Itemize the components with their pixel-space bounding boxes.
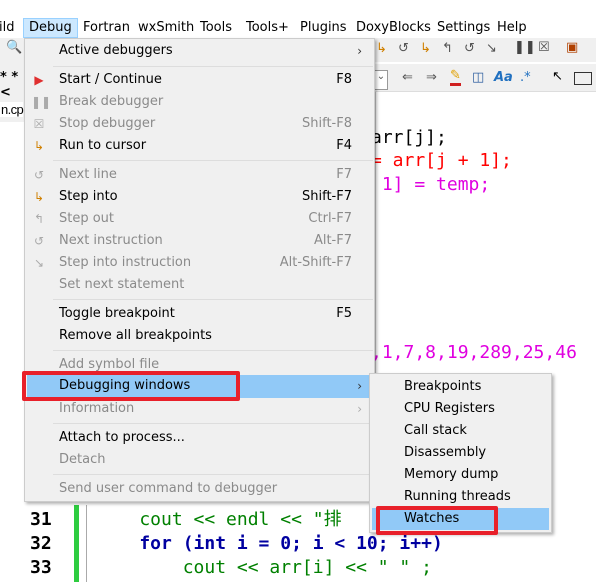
stop-icon: ☒: [33, 117, 45, 131]
menu-item-break-debugger[interactable]: ❚❚ Break debugger: [27, 91, 372, 113]
menu-item-step-into-instruction[interactable]: ↘ Step into instruction Alt-Shift-F7: [27, 252, 372, 274]
step-out-icon[interactable]: ↰: [442, 41, 453, 56]
chevron-right-icon: ›: [357, 379, 362, 393]
submenu-item-running-threads[interactable]: Running threads: [372, 486, 549, 508]
menu-settings[interactable]: Settings: [432, 18, 495, 38]
pointer-icon[interactable]: ↖: [552, 69, 563, 84]
next-instruction-icon[interactable]: ↺: [464, 41, 475, 56]
debug-window-icon[interactable]: ▣: [566, 40, 578, 55]
menu-debug[interactable]: Debug: [23, 18, 78, 38]
play-icon: ▶: [34, 73, 44, 87]
submenu-item-disassembly[interactable]: Disassembly: [372, 442, 549, 464]
step-into-icon: ↳: [33, 190, 45, 204]
submenu-item-breakpoints[interactable]: Breakpoints: [372, 376, 549, 398]
change-bar: [74, 505, 79, 582]
line-number: 32: [30, 533, 52, 554]
menu-wxsmith[interactable]: wxSmith: [133, 18, 199, 38]
submenu-item-memory-dump[interactable]: Memory dump: [372, 464, 549, 486]
chevron-right-icon: ›: [357, 44, 362, 58]
separator: [53, 160, 373, 161]
annotation-box-watches: [376, 506, 498, 535]
menu-item-set-next-statement[interactable]: Set next statement: [27, 274, 372, 296]
menu-item-attach-to-process[interactable]: Attach to process...: [27, 427, 372, 449]
code-line: arr[j];: [371, 127, 447, 148]
regex-icon[interactable]: .*: [520, 70, 531, 85]
selection-icon[interactable]: ◫: [472, 70, 484, 85]
chevron-right-icon: ›: [357, 402, 362, 416]
code-line: for (int i = 0; i < 10; i++): [96, 533, 443, 554]
menu-help[interactable]: Help: [492, 18, 532, 38]
toolbar-fragment: * *<: [0, 70, 19, 100]
menu-doxyblocks[interactable]: DoxyBlocks: [351, 18, 436, 38]
menu-build[interactable]: ild: [0, 18, 19, 38]
file-tab[interactable]: n.cp: [0, 102, 24, 117]
step-into-instruction-icon: ↘: [33, 256, 45, 270]
menu-item-step-into[interactable]: ↳ Step into Shift-F7: [27, 186, 372, 208]
next-line-icon: ↺: [33, 168, 45, 182]
separator: [53, 299, 373, 300]
menu-item-next-line[interactable]: ↺ Next line F7: [27, 164, 372, 186]
menu-item-start-continue[interactable]: ▶ Start / Continue F8: [27, 69, 372, 91]
menu-item-run-to-cursor[interactable]: ↳ Run to cursor F4: [27, 135, 372, 157]
menu-item-information[interactable]: Information ›: [27, 398, 372, 420]
next-line-icon[interactable]: ↺: [398, 41, 409, 56]
menu-fortran[interactable]: Fortran: [78, 18, 135, 38]
left-toolbar-strip: 🔍 * *< n.cp: [0, 38, 24, 122]
debug-menu: Active debuggers › ▶ Start / Continue F8 ❚❚…: [24, 38, 375, 502]
code-line: 1] = temp;: [371, 174, 491, 195]
menu-item-toggle-breakpoint[interactable]: Toggle breakpoint F5: [27, 303, 372, 325]
next-instruction-icon: ↺: [33, 234, 45, 248]
menu-item-active-debuggers[interactable]: Active debuggers ›: [27, 40, 372, 62]
step-into-icon[interactable]: ↳: [420, 41, 431, 56]
menu-item-detach[interactable]: Detach: [27, 449, 372, 471]
pause-icon[interactable]: ❚❚: [514, 40, 536, 55]
run-to-cursor-icon[interactable]: ↳: [376, 41, 387, 56]
menu-item-remove-all-breakpoints[interactable]: Remove all breakpoints: [27, 325, 372, 347]
rectangle-icon[interactable]: [574, 72, 592, 85]
submenu-item-cpu-registers[interactable]: CPU Registers: [372, 398, 549, 420]
code-line: ,1,7,8,19,289,25,46: [371, 342, 577, 363]
code-line: cout << endl << "排: [96, 509, 342, 530]
line-number: 33: [30, 557, 52, 578]
menu-item-send-user-command[interactable]: Send user command to debugger: [27, 478, 372, 500]
search-icon[interactable]: 🔍: [6, 40, 22, 55]
forward-arrow-icon[interactable]: ⇒: [426, 70, 437, 85]
menu-bar: ild Debug Fortran wxSmith Tools Tools+ P…: [0, 16, 596, 38]
menu-tools[interactable]: Tools: [195, 18, 237, 38]
match-case-icon[interactable]: Aa: [494, 70, 513, 85]
debug-toolbar: ↳ ↺ ↳ ↰ ↺ ↘ ❚❚ ☒ ▣: [374, 38, 596, 62]
menu-item-next-instruction[interactable]: ↺ Next instruction Alt-F7: [27, 230, 372, 252]
code-line: = arr[j + 1];: [371, 150, 512, 171]
separator: [53, 350, 373, 351]
submenu-item-call-stack[interactable]: Call stack: [372, 420, 549, 442]
menu-tools-plus[interactable]: Tools+: [241, 18, 294, 38]
annotation-box-debugging-windows: [22, 371, 240, 401]
menu-item-step-out[interactable]: ↰ Step out Ctrl-F7: [27, 208, 372, 230]
line-number: 31: [30, 509, 52, 530]
dropdown-chevron-icon[interactable]: ⌄: [374, 70, 388, 90]
menu-plugins[interactable]: Plugins: [295, 18, 352, 38]
fold-margin: [86, 505, 87, 582]
stop-icon[interactable]: ☒: [538, 40, 550, 55]
back-arrow-icon[interactable]: ⇐: [402, 70, 413, 85]
separator: [53, 66, 373, 67]
menu-item-stop-debugger[interactable]: ☒ Stop debugger Shift-F8: [27, 113, 372, 135]
step-out-icon: ↰: [33, 212, 45, 226]
run-to-cursor-icon: ↳: [33, 139, 45, 153]
step-into-instruction-icon[interactable]: ↘: [486, 41, 497, 56]
search-toolbar: ⌄ ⇐ ⇒ ✎ ◫ Aa .* ↖: [374, 64, 596, 92]
code-line: cout << arr[i] << " " ;: [96, 557, 432, 578]
separator: [53, 474, 373, 475]
highlight-icon[interactable]: ✎: [450, 68, 461, 86]
pause-icon: ❚❚: [31, 95, 52, 109]
separator: [53, 423, 373, 424]
